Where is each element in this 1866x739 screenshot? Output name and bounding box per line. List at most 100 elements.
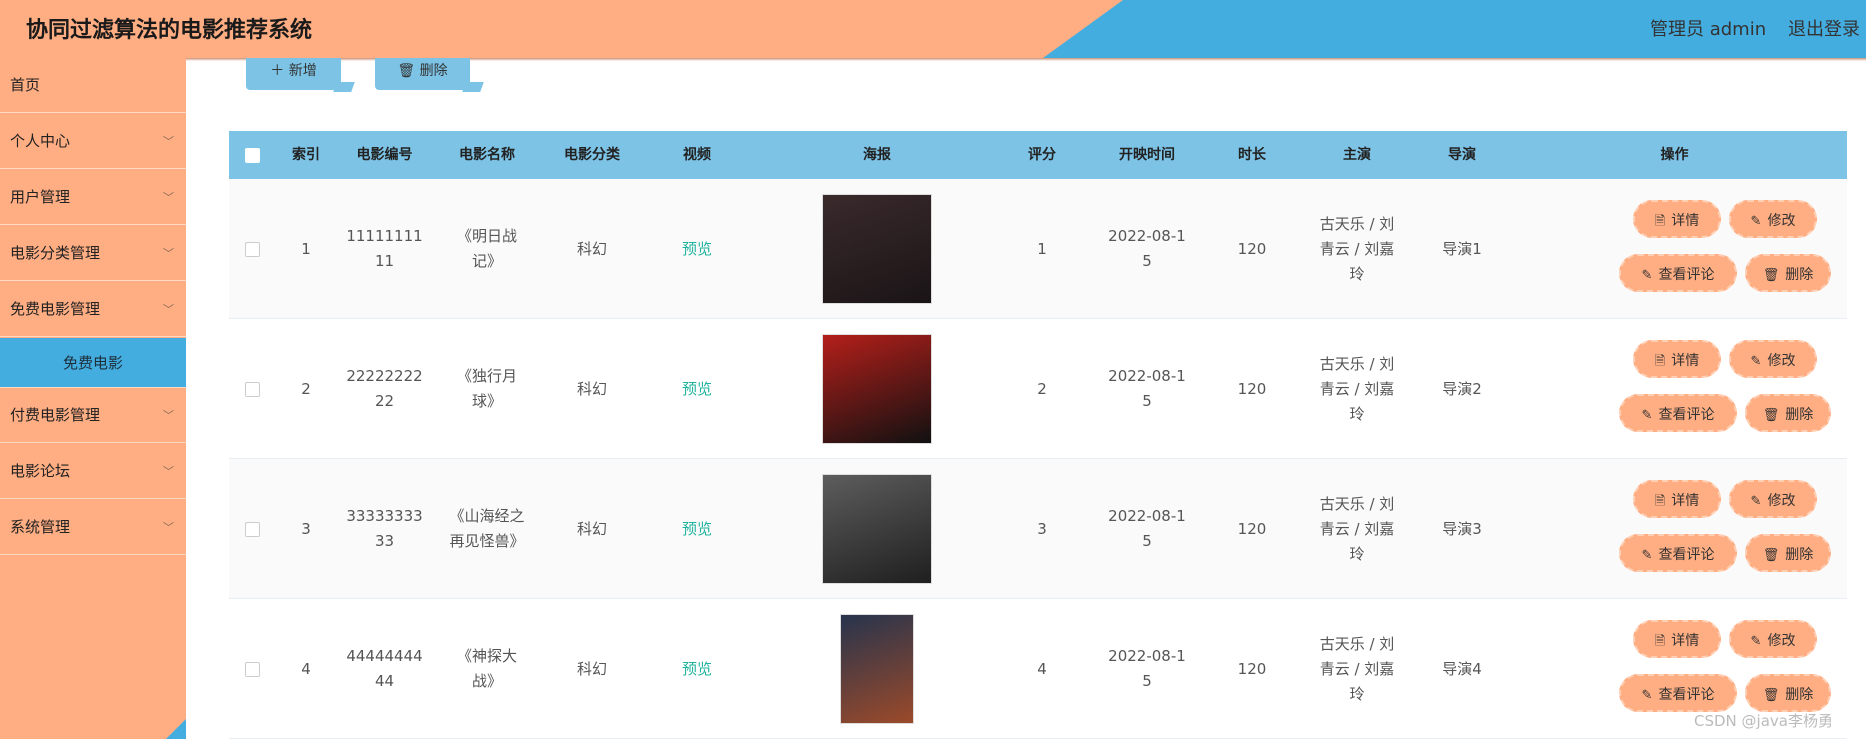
sidebar-item-label: 电影论坛 [10, 462, 71, 480]
edit-button[interactable]: ✎ 修改 [1729, 480, 1817, 518]
comments-label: 查看评论 [1658, 547, 1715, 563]
cell-director: 导演4 [1442, 659, 1482, 678]
view-comments-button[interactable]: ✎ 查看评论 [1619, 674, 1737, 712]
col-date: 开映时间 [1119, 147, 1175, 163]
poster-image [840, 614, 914, 724]
preview-link[interactable]: 预览 [682, 657, 712, 682]
cell-rating: 1 [1037, 239, 1047, 258]
row-checkbox[interactable] [244, 381, 260, 397]
cell-poster [752, 459, 1002, 599]
current-user: 管理员 admin [1650, 19, 1767, 40]
col-code: 电影编号 [356, 147, 413, 163]
trash-icon: 🗑 [1762, 408, 1780, 423]
row-checkbox[interactable] [244, 241, 260, 257]
preview-link[interactable]: 预览 [682, 517, 712, 542]
chevron-down-icon: ﹀ [163, 303, 174, 316]
view-comments-button[interactable]: ✎ 查看评论 [1619, 534, 1737, 572]
table-row: 2 2222222222 《独行月球》 科幻 预览 2 2022-08-15 1… [229, 319, 1847, 459]
detail-button[interactable]: 🗎 详情 [1633, 620, 1721, 658]
add-button-label: 新增 [288, 63, 317, 79]
preview-link[interactable]: 预览 [682, 377, 712, 402]
detail-label: 详情 [1671, 493, 1700, 509]
detail-button[interactable]: 🗎 详情 [1633, 480, 1721, 518]
cell-code: 4444444444 [346, 647, 423, 690]
detail-label: 详情 [1671, 633, 1700, 649]
edit-label: 修改 [1767, 353, 1796, 369]
delete-label: 删除 [1785, 547, 1814, 563]
comments-label: 查看评论 [1658, 267, 1715, 283]
cell-name: 《独行月球》 [456, 367, 517, 410]
sidebar-item-home[interactable]: 首页 [0, 58, 186, 113]
edit-button[interactable]: ✎ 修改 [1729, 200, 1817, 238]
logout-link[interactable]: 退出登录 [1788, 15, 1860, 41]
sidebar-item-category-management[interactable]: 电影分类管理 ﹀ [0, 226, 186, 281]
cell-actions: 🗎 详情 ✎ 修改 ✎ 查看评论 🗑 删除 [1502, 179, 1847, 319]
chevron-down-icon: ﹀ [163, 409, 174, 422]
cell-cast: 古天乐 / 刘青云 / 刘嘉玲 [1319, 494, 1395, 563]
delete-button[interactable]: 🗑 删除 [1745, 254, 1831, 292]
table-header: 索引 电影编号 电影名称 电影分类 视频 海报 评分 开映时间 时长 主演 导演… [229, 131, 1847, 179]
col-poster: 海报 [863, 147, 891, 163]
sidebar-item-movie-forum[interactable]: 电影论坛 ﹀ [0, 444, 186, 499]
cell-rating: 3 [1037, 519, 1047, 538]
col-rating: 评分 [1028, 147, 1056, 163]
sidebar-corner-decoration [166, 719, 186, 739]
sidebar-item-paid-movie-management[interactable]: 付费电影管理 ﹀ [0, 388, 186, 443]
edit-button[interactable]: ✎ 修改 [1729, 620, 1817, 658]
sidebar-item-free-movie-management[interactable]: 免费电影管理 ﹀ [0, 282, 186, 337]
cell-poster [752, 319, 1002, 459]
sidebar-item-user-management[interactable]: 用户管理 ﹀ [0, 170, 186, 225]
chevron-down-icon: ﹀ [163, 465, 174, 478]
select-all-checkbox[interactable] [244, 147, 260, 163]
edit-label: 修改 [1767, 213, 1796, 229]
delete-button[interactable]: 🗑 删除 [1745, 394, 1831, 432]
sidebar-item-label: 系统管理 [10, 518, 71, 536]
detail-button[interactable]: 🗎 详情 [1633, 200, 1721, 238]
delete-label: 删除 [1785, 407, 1814, 423]
view-comments-button[interactable]: ✎ 查看评论 [1619, 394, 1737, 432]
row-select-cell [229, 319, 275, 459]
detail-label: 详情 [1671, 213, 1700, 229]
col-director: 导演 [1448, 147, 1476, 163]
pencil-icon: ✎ [1750, 494, 1762, 509]
preview-link[interactable]: 预览 [682, 237, 712, 262]
col-index: 索引 [292, 147, 320, 163]
pencil-icon: ✎ [1641, 688, 1653, 703]
view-comments-button[interactable]: ✎ 查看评论 [1619, 254, 1737, 292]
chevron-down-icon: ﹀ [163, 135, 174, 148]
poster-image [822, 474, 932, 584]
top-header: 协同过滤算法的电影推荐系统 管理员 admin 退出登录 [0, 0, 1866, 58]
button-tail-decoration [333, 82, 355, 92]
batch-delete-button[interactable]: 🗑 删除 [375, 58, 484, 92]
detail-button[interactable]: 🗎 详情 [1633, 340, 1721, 378]
col-video: 视频 [683, 147, 711, 163]
cell-code: 1111111111 [346, 227, 423, 270]
table-row: 3 3333333333 《山海经之再见怪兽》 科幻 预览 3 2022-08-… [229, 459, 1847, 599]
cell-index: 3 [301, 519, 311, 538]
document-icon: 🗎 [1654, 354, 1666, 369]
cell-name: 《山海经之再见怪兽》 [449, 507, 525, 550]
trash-icon: 🗑 [1762, 268, 1780, 283]
delete-button[interactable]: 🗑 删除 [1745, 674, 1831, 712]
sidebar-item-system-management[interactable]: 系统管理 ﹀ [0, 500, 186, 555]
cell-category: 科幻 [576, 519, 607, 538]
row-checkbox[interactable] [244, 521, 260, 537]
chevron-down-icon: ﹀ [163, 247, 174, 260]
pencil-icon: ✎ [1641, 548, 1653, 563]
select-all-cell [229, 131, 275, 179]
sidebar-item-personal-center[interactable]: 个人中心 ﹀ [0, 114, 186, 169]
document-icon: 🗎 [1654, 494, 1666, 509]
cell-duration: 120 [1237, 659, 1267, 678]
col-duration: 时长 [1238, 147, 1266, 163]
chevron-down-icon: ﹀ [163, 521, 174, 534]
edit-button[interactable]: ✎ 修改 [1729, 340, 1817, 378]
document-icon: 🗎 [1654, 634, 1666, 649]
sidebar-subitem-free-movie[interactable]: 免费电影 [0, 338, 186, 388]
cell-rating: 4 [1037, 659, 1047, 678]
delete-button[interactable]: 🗑 删除 [1745, 534, 1831, 572]
cell-video: 预览 [642, 179, 752, 319]
add-button[interactable]: ＋ 新增 [246, 58, 355, 92]
cell-date: 2022-08-15 [1108, 367, 1186, 410]
row-checkbox[interactable] [244, 661, 260, 677]
cell-cast: 古天乐 / 刘青云 / 刘嘉玲 [1319, 634, 1395, 703]
